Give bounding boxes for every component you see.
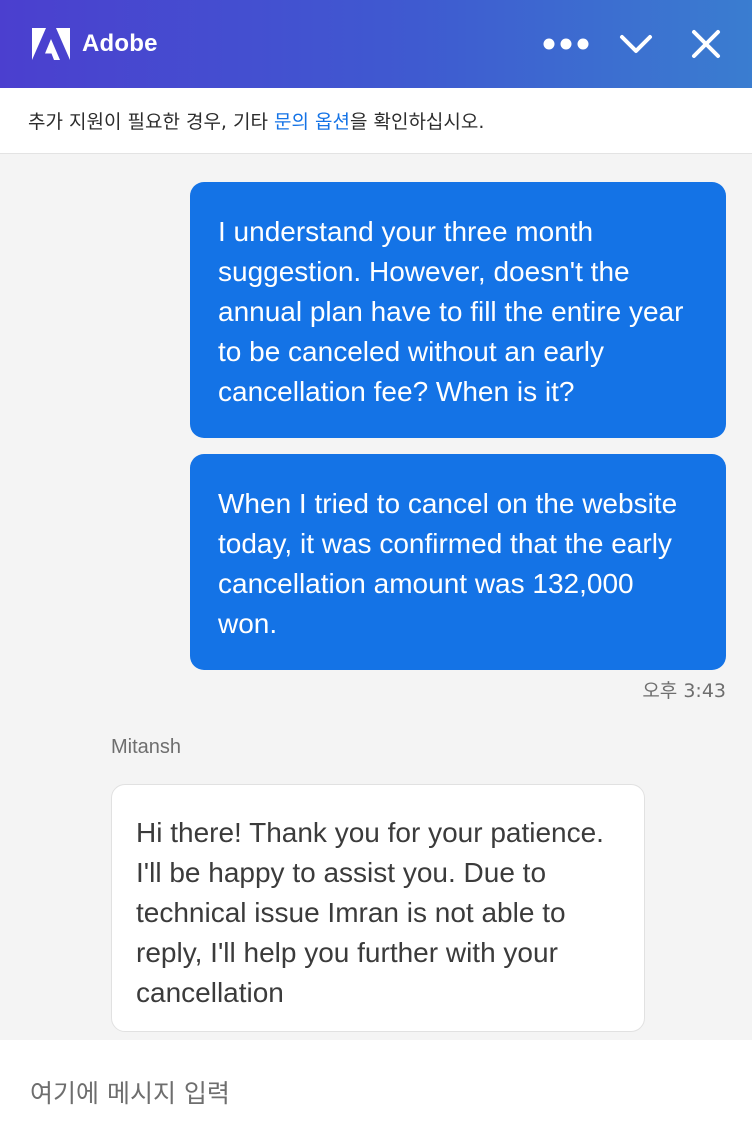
message-timestamp: 오후 3:43 [642,680,726,702]
chevron-down-icon [620,35,652,53]
contact-options-link[interactable]: 문의 옵션 [274,107,350,134]
message-composer [0,1040,752,1146]
more-options-button[interactable] [542,20,590,68]
brand: Adobe [32,28,158,60]
header-actions [542,0,726,88]
notice-text-before: 추가 지원이 필요한 경우, 기타 [28,111,274,133]
user-message: I understand your three month suggestion… [190,182,726,438]
close-button[interactable] [686,20,726,68]
notice-text-after: 을 확인하십시오. [349,111,485,133]
agent-message: Hi there! Thank you for your patience. I… [111,784,645,1032]
more-options-icon [543,38,589,50]
close-icon [692,30,720,58]
support-notice: 추가 지원이 필요한 경우, 기타 문의 옵션 을 확인하십시오. [0,88,752,154]
chat-header: Adobe [0,0,752,88]
adobe-logo-icon [32,28,70,60]
brand-name: Adobe [82,30,158,57]
agent-name: Mitansh [111,736,182,758]
user-message: When I tried to cancel on the website to… [190,454,726,670]
minimize-button[interactable] [616,20,656,68]
message-input[interactable] [30,1068,720,1118]
chat-window: Adobe 추가 지원이 필요한 경우, 기타 문의 옵션 을 확인하십시오. … [0,0,752,1146]
